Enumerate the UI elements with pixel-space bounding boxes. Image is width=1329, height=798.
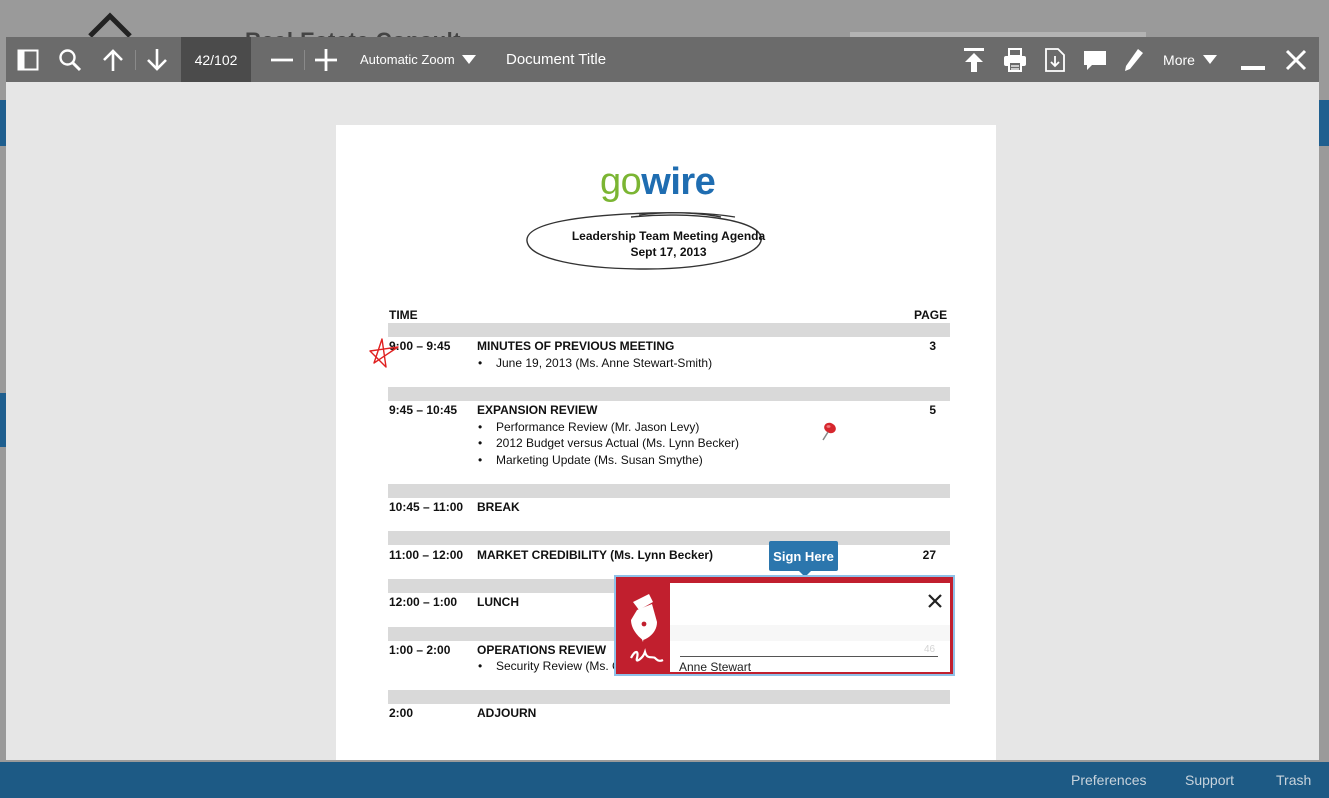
viewer-toolbar: 42/102 Automatic Zoom Document Title Mor…	[6, 37, 1319, 82]
upload-icon	[964, 47, 984, 72]
underlying-page-number: 46	[924, 644, 936, 655]
toolbar-divider	[304, 50, 305, 70]
agenda-page-number: 5	[929, 403, 936, 417]
footer-link-support[interactable]: Support	[1185, 772, 1234, 788]
minimize-icon	[1241, 65, 1265, 70]
annotate-button[interactable]	[1122, 37, 1146, 82]
column-header-page: PAGE	[914, 308, 948, 322]
fountain-pen-icon	[630, 594, 664, 662]
agenda-date: Sept 17, 2013	[630, 245, 707, 259]
signature-line	[680, 656, 938, 657]
agenda-time: 2:00	[389, 706, 414, 720]
footer-link-trash[interactable]: Trash	[1276, 772, 1311, 788]
background-nav-highlight	[1319, 100, 1329, 146]
previous-page-button[interactable]	[99, 37, 127, 82]
minus-icon	[271, 58, 293, 61]
close-viewer-button[interactable]	[1284, 37, 1308, 82]
agenda-item-title: BREAK	[477, 500, 520, 514]
row-separator	[388, 387, 950, 401]
sidebar-toggle-button[interactable]	[14, 37, 42, 82]
gowire-logo: gowire	[600, 161, 716, 204]
agenda-subitem: Performance Review (Mr. Jason Levy)	[478, 420, 699, 434]
agenda-subitem: 2012 Budget versus Actual (Ms. Lynn Beck…	[478, 436, 739, 450]
agenda-subitem-text: Performance Review (Mr. Jason Levy)	[496, 420, 700, 434]
document-title: Document Title	[506, 51, 607, 68]
agenda-subitem: Security Review (Ms. C	[478, 659, 621, 673]
signature-pad[interactable]: 46 Anne Stewart	[670, 583, 950, 674]
more-menu-button[interactable]: More	[1158, 37, 1222, 82]
comment-icon	[1084, 50, 1106, 70]
toolbar-divider	[135, 50, 136, 70]
download-icon	[1045, 47, 1065, 72]
chevron-down-icon	[1202, 55, 1217, 64]
row-separator	[388, 531, 950, 545]
footer-link-preferences[interactable]: Preferences	[1071, 772, 1146, 788]
pushpin-annotation-icon[interactable]	[820, 421, 838, 443]
column-header-time: TIME	[389, 308, 418, 322]
pencil-icon	[1125, 48, 1143, 71]
agenda-item-title: MINUTES OF PREVIOUS MEETING	[477, 339, 675, 353]
zoom-out-button[interactable]	[268, 37, 296, 82]
comment-button[interactable]	[1082, 37, 1108, 82]
row-separator	[388, 323, 950, 337]
agenda-subitem: Marketing Update (Ms. Susan Smythe)	[478, 453, 703, 467]
agenda-subitem-text: June 19, 2013 (Ms. Anne Stewart-Smith)	[496, 356, 713, 370]
plus-icon	[315, 48, 337, 71]
arrow-up-icon	[103, 48, 123, 71]
star-annotation-icon[interactable]	[366, 337, 402, 371]
agenda-time: 9:45 – 10:45	[389, 403, 458, 417]
agenda-subitem-text: Security Review (Ms. C	[496, 659, 621, 673]
close-icon[interactable]	[925, 591, 945, 611]
agenda-page-number: 27	[922, 548, 936, 562]
pdf-viewer: 42/102 Automatic Zoom Document Title Mor…	[6, 37, 1319, 760]
minimize-button[interactable]	[1241, 37, 1265, 82]
search-icon	[59, 48, 82, 71]
row-separator	[388, 484, 950, 498]
page-number-indicator[interactable]: 42/102	[181, 37, 251, 82]
print-button[interactable]	[1002, 37, 1028, 82]
next-page-button[interactable]	[143, 37, 171, 82]
more-label: More	[1163, 51, 1195, 68]
printer-icon	[1004, 47, 1026, 72]
agenda-time: 10:45 – 11:00	[389, 500, 464, 514]
agenda-time: 11:00 – 12:00	[389, 548, 464, 562]
agenda-page-number: 3	[929, 339, 936, 353]
signature-field[interactable]: 46 Anne Stewart	[614, 575, 955, 676]
agenda-item-title: ADJOURN	[477, 706, 537, 720]
agenda-item-title: OPERATIONS REVIEW	[477, 643, 607, 657]
signer-name: Anne Stewart	[679, 660, 752, 674]
zoom-in-button[interactable]	[312, 37, 340, 82]
close-icon	[1285, 49, 1307, 70]
agenda-time: 12:00 – 1:00	[389, 595, 458, 609]
signature-pad-band	[670, 625, 950, 641]
sign-here-tooltip[interactable]: Sign Here	[769, 541, 838, 577]
sidebar-icon	[17, 49, 39, 70]
agenda-subitem-text: 2012 Budget versus Actual (Ms. Lynn Beck…	[496, 436, 740, 450]
logo-wire-text: wire	[641, 161, 716, 203]
zoom-select[interactable]: Automatic Zoom	[360, 37, 484, 82]
zoom-select-label: Automatic Zoom	[360, 52, 455, 67]
download-button[interactable]	[1044, 37, 1066, 82]
search-button[interactable]	[56, 37, 84, 82]
agenda-subitem: June 19, 2013 (Ms. Anne Stewart-Smith)	[478, 356, 712, 370]
chevron-down-icon	[461, 55, 476, 64]
logo-go-text: go	[600, 161, 642, 203]
agenda-time: 1:00 – 2:00	[389, 643, 451, 657]
agenda-subitem-text: Marketing Update (Ms. Susan Smythe)	[496, 453, 703, 467]
home-logo-icon	[88, 12, 132, 38]
agenda-item-title: LUNCH	[477, 595, 519, 609]
upload-button[interactable]	[962, 37, 986, 82]
agenda-item-title: EXPANSION REVIEW	[477, 403, 598, 417]
agenda-heading: Leadership Team Meeting Agenda	[571, 229, 766, 243]
agenda-item-title: MARKET CREDIBILITY (Ms. Lynn Becker)	[477, 548, 714, 562]
arrow-down-icon	[147, 48, 167, 71]
row-separator	[388, 690, 950, 704]
